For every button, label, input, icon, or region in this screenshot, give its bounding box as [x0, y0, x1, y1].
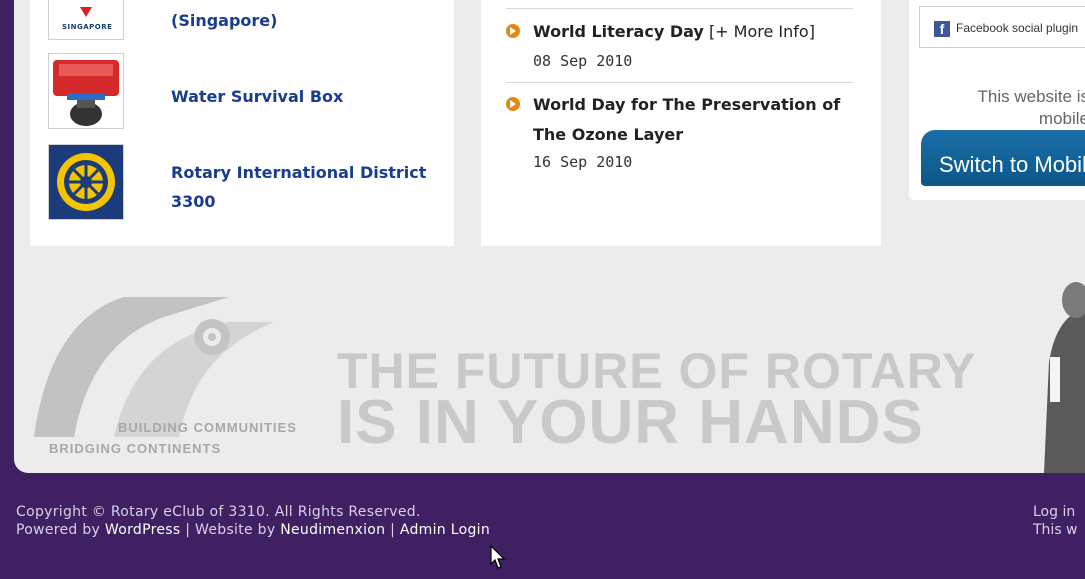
water-survival-box-icon[interactable] [48, 53, 124, 129]
events-panel: World Literacy Day [+ More Info] 08 Sep … [481, 0, 881, 246]
mobile-notice: This website is mobile [977, 87, 1085, 128]
facebook-icon[interactable]: f [934, 21, 950, 37]
left-border [0, 0, 14, 475]
singapore-logo-text: SINGAPORE [62, 23, 113, 31]
links-panel: SINGAPORE (Singapore) Water Survival Box [30, 0, 454, 246]
page-content: SINGAPORE (Singapore) Water Survival Box [14, 0, 1085, 473]
event-title-text[interactable]: World Literacy Day [533, 22, 704, 41]
rotary-banner: THE FUTURE OF ROTARY IS IN YOUR HANDS BU… [14, 262, 1085, 473]
divider [506, 82, 853, 83]
event-title[interactable]: World Day for The Preservation of The Oz… [533, 90, 853, 150]
banner-tagline2: BRIDGING CONTINENTS [49, 441, 222, 456]
link-title[interactable]: Rotary International District 3300 [171, 158, 451, 216]
footer-credits: Powered by WordPress | Website by Neudim… [16, 521, 490, 539]
banner-tagline1: BUILDING COMMUNITIES [118, 420, 297, 435]
link-title[interactable]: (Singapore) [171, 6, 451, 35]
copyright-text: Copyright © Rotary eClub of 3310. All Ri… [16, 504, 421, 520]
powered-by-label: Powered by [16, 522, 101, 538]
switch-to-mobile-button[interactable]: Switch to Mobile [921, 130, 1085, 186]
rotary-wheel-icon[interactable] [48, 144, 124, 220]
arrow-bullet-icon [506, 24, 520, 38]
event-title-text[interactable]: World Day for The Preservation of The Oz… [533, 95, 840, 144]
separator: | [390, 522, 396, 538]
sidebar-panel: f Facebook social plugin This website is… [909, 0, 1085, 200]
mouse-cursor-icon [490, 545, 506, 569]
log-in-link[interactable]: Log in [1033, 503, 1078, 521]
wordpress-link[interactable]: WordPress [105, 522, 181, 538]
event-date: 16 Sep 2010 [533, 153, 633, 171]
footer-right-note: This w [1033, 522, 1078, 538]
footer: Copyright © Rotary eClub of 3310. All Ri… [0, 475, 1085, 579]
separator: | [185, 522, 191, 538]
event-item[interactable]: World Literacy Day [+ More Info] 08 Sep … [506, 17, 846, 77]
website-by-label: Website by [195, 522, 276, 538]
banner-slogan-line2: IS IN YOUR HANDS [337, 388, 924, 457]
link-title[interactable]: Water Survival Box [171, 82, 451, 111]
arrow-bullet-icon [506, 97, 520, 111]
footer-right: Log in This w [1033, 503, 1078, 539]
neudimenxion-link[interactable]: Neudimenxion [280, 522, 385, 538]
event-title[interactable]: World Literacy Day [+ More Info] [533, 17, 853, 47]
event-item[interactable]: World Day for The Preservation of The Oz… [506, 90, 846, 180]
event-date: 08 Sep 2010 [533, 52, 633, 70]
facebook-plugin-box: f Facebook social plugin [919, 6, 1085, 48]
divider [506, 8, 853, 9]
singapore-logo-icon[interactable]: SINGAPORE [48, 0, 124, 40]
footer-left: Copyright © Rotary eClub of 3310. All Ri… [16, 503, 490, 539]
facebook-plugin-label[interactable]: Facebook social plugin [956, 21, 1078, 35]
admin-login-link[interactable]: Admin Login [400, 522, 490, 538]
more-info-link[interactable]: [+ More Info] [709, 22, 815, 41]
